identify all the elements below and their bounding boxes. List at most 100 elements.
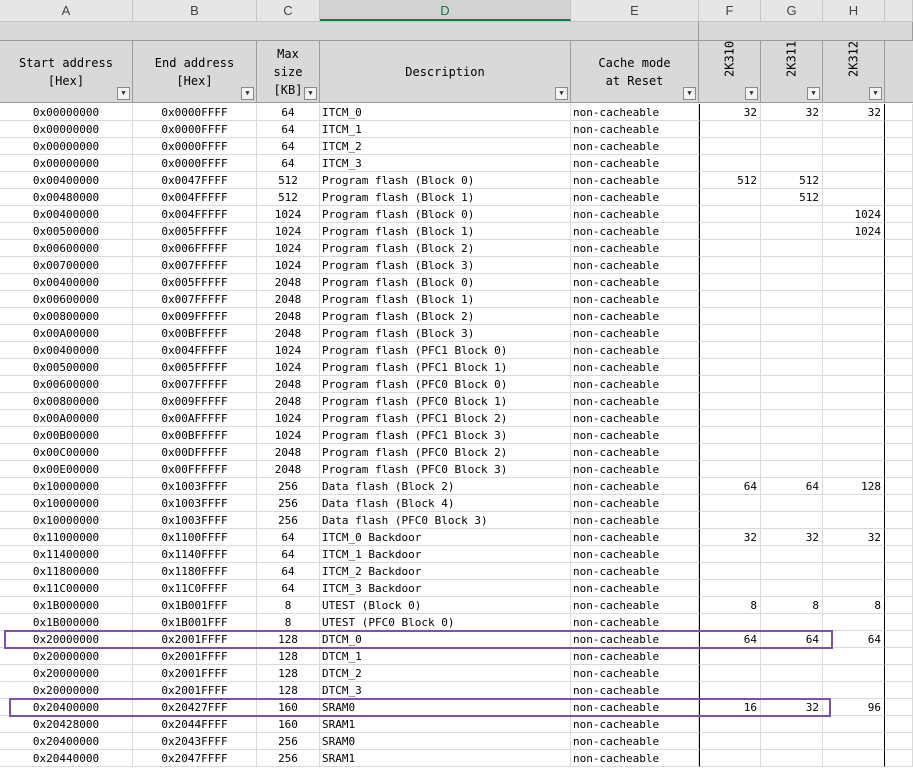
cell-2k312[interactable]: 64 — [823, 631, 885, 648]
cell-2k310[interactable]: 512 — [699, 172, 761, 189]
cell-cache-mode[interactable]: non-cacheable — [571, 648, 699, 665]
cell-extra[interactable] — [885, 716, 913, 733]
filter-dropdown-arrow-icon[interactable]: ▼ — [745, 87, 758, 100]
cell-start-address[interactable]: 0x00500000 — [0, 223, 133, 240]
cell-2k310[interactable] — [699, 359, 761, 376]
cell-2k311[interactable] — [761, 665, 823, 682]
cell-description[interactable]: ITCM_0 Backdoor — [320, 529, 571, 546]
cell-start-address[interactable]: 0x00E00000 — [0, 461, 133, 478]
cell-description[interactable]: Program flash (Block 3) — [320, 325, 571, 342]
cell-2k310[interactable] — [699, 376, 761, 393]
cell-description[interactable]: Program flash (PFC1 Block 1) — [320, 359, 571, 376]
cell-description[interactable]: Program flash (Block 1) — [320, 189, 571, 206]
cell-max-size[interactable]: 2048 — [257, 376, 320, 393]
cell-2k311[interactable] — [761, 716, 823, 733]
cell-2k310[interactable]: 64 — [699, 478, 761, 495]
filter-dropdown-arrow-icon[interactable]: ▼ — [869, 87, 882, 100]
cell-max-size[interactable]: 160 — [257, 716, 320, 733]
cell-2k312[interactable] — [823, 444, 885, 461]
cell-2k312[interactable] — [823, 308, 885, 325]
cell-description[interactable]: Program flash (PFC0 Block 2) — [320, 444, 571, 461]
cell-2k311[interactable] — [761, 274, 823, 291]
cell-cache-mode[interactable]: non-cacheable — [571, 393, 699, 410]
cell-2k310[interactable] — [699, 240, 761, 257]
cell-extra[interactable] — [885, 138, 913, 155]
cell-2k311[interactable] — [761, 206, 823, 223]
cell-start-address[interactable]: 0x20000000 — [0, 665, 133, 682]
cell-extra[interactable] — [885, 682, 913, 699]
cell-max-size[interactable]: 1024 — [257, 410, 320, 427]
cell-2k312[interactable] — [823, 155, 885, 172]
cell-start-address[interactable]: 0x00800000 — [0, 393, 133, 410]
cell-start-address[interactable]: 0x00000000 — [0, 138, 133, 155]
cell-cache-mode[interactable]: non-cacheable — [571, 478, 699, 495]
cell-2k310[interactable] — [699, 138, 761, 155]
cell-description[interactable]: Program flash (Block 0) — [320, 172, 571, 189]
cell-2k312[interactable] — [823, 189, 885, 206]
cell-extra[interactable] — [885, 189, 913, 206]
cell-extra[interactable] — [885, 529, 913, 546]
cell-max-size[interactable]: 2048 — [257, 444, 320, 461]
cell-extra[interactable] — [885, 359, 913, 376]
column-header-b[interactable]: B — [133, 0, 257, 21]
cell-2k311[interactable] — [761, 512, 823, 529]
cell-description[interactable]: Program flash (Block 1) — [320, 291, 571, 308]
cell-cache-mode[interactable]: non-cacheable — [571, 614, 699, 631]
cell-end-address[interactable]: 0x005FFFFF — [133, 223, 257, 240]
cell-extra[interactable] — [885, 495, 913, 512]
cell-extra[interactable] — [885, 121, 913, 138]
cell-2k310[interactable] — [699, 665, 761, 682]
cell-2k312[interactable] — [823, 342, 885, 359]
cell-2k312[interactable] — [823, 257, 885, 274]
cell-extra[interactable] — [885, 206, 913, 223]
cell-2k311[interactable]: 32 — [761, 104, 823, 121]
cell-start-address[interactable]: 0x20400000 — [0, 699, 133, 716]
cell-max-size[interactable]: 64 — [257, 546, 320, 563]
cell-2k310[interactable] — [699, 410, 761, 427]
cell-extra[interactable] — [885, 325, 913, 342]
cell-start-address[interactable]: 0x00480000 — [0, 189, 133, 206]
cell-end-address[interactable]: 0x2001FFFF — [133, 648, 257, 665]
cell-extra[interactable] — [885, 546, 913, 563]
cell-max-size[interactable]: 256 — [257, 495, 320, 512]
cell-cache-mode[interactable]: non-cacheable — [571, 291, 699, 308]
cell-start-address[interactable]: 0x10000000 — [0, 495, 133, 512]
cell-2k312[interactable] — [823, 563, 885, 580]
cell-start-address[interactable]: 0x20428000 — [0, 716, 133, 733]
column-header-a[interactable]: A — [0, 0, 133, 21]
cell-2k310[interactable] — [699, 308, 761, 325]
cell-extra[interactable] — [885, 580, 913, 597]
cell-cache-mode[interactable]: non-cacheable — [571, 716, 699, 733]
cell-2k310[interactable] — [699, 750, 761, 767]
cell-description[interactable]: Program flash (Block 2) — [320, 240, 571, 257]
cell-end-address[interactable]: 0x2001FFFF — [133, 665, 257, 682]
cell-start-address[interactable]: 0x00A00000 — [0, 325, 133, 342]
cell-extra[interactable] — [885, 750, 913, 767]
cell-end-address[interactable]: 0x00AFFFFF — [133, 410, 257, 427]
cell-max-size[interactable]: 2048 — [257, 461, 320, 478]
cell-extra[interactable] — [885, 478, 913, 495]
cell-2k312[interactable] — [823, 733, 885, 750]
cell-end-address[interactable]: 0x00BFFFFF — [133, 427, 257, 444]
cell-cache-mode[interactable]: non-cacheable — [571, 342, 699, 359]
cell-description[interactable]: ITCM_2 — [320, 138, 571, 155]
cell-start-address[interactable]: 0x20000000 — [0, 648, 133, 665]
cell-description[interactable]: ITCM_1 — [320, 121, 571, 138]
cell-2k312[interactable]: 8 — [823, 597, 885, 614]
cell-end-address[interactable]: 0x00BFFFFF — [133, 325, 257, 342]
cell-extra[interactable] — [885, 291, 913, 308]
cell-max-size[interactable]: 64 — [257, 138, 320, 155]
cell-2k312[interactable]: 32 — [823, 104, 885, 121]
cell-max-size[interactable]: 128 — [257, 682, 320, 699]
cell-cache-mode[interactable]: non-cacheable — [571, 665, 699, 682]
cell-2k311[interactable] — [761, 495, 823, 512]
cell-end-address[interactable]: 0x009FFFFF — [133, 308, 257, 325]
cell-end-address[interactable]: 0x00FFFFFF — [133, 461, 257, 478]
cell-2k310[interactable] — [699, 121, 761, 138]
cell-cache-mode[interactable]: non-cacheable — [571, 597, 699, 614]
cell-end-address[interactable]: 0x11C0FFFF — [133, 580, 257, 597]
cell-cache-mode[interactable]: non-cacheable — [571, 699, 699, 716]
cell-2k311[interactable] — [761, 121, 823, 138]
cell-description[interactable]: SRAM0 — [320, 699, 571, 716]
cell-2k311[interactable] — [761, 376, 823, 393]
